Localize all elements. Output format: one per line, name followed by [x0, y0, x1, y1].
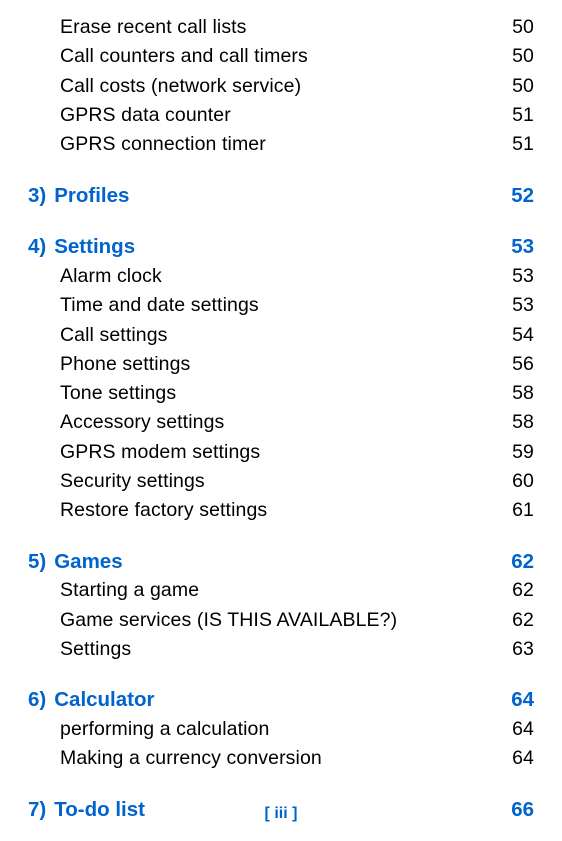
toc-chapter-page: 52: [511, 182, 534, 210]
toc-sub-page: 50: [512, 14, 534, 40]
toc-sub-entry[interactable]: Accessory settings 58: [60, 409, 534, 435]
toc-chapter-number: 4): [28, 233, 46, 261]
toc-sub-group: Starting a game62Game services (IS THIS …: [28, 577, 534, 662]
toc-sub-page: 63: [512, 636, 534, 662]
toc-sub-group: performing a calculation64Making a curre…: [28, 716, 534, 772]
toc-chapter-title: Calculator: [54, 686, 154, 714]
toc-sub-page: 53: [512, 292, 534, 318]
toc-chapter-title-wrap: Games 62: [54, 548, 534, 576]
toc-chapter-title: Profiles: [54, 182, 129, 210]
toc-sub-page: 50: [512, 73, 534, 99]
toc-sub-label: Call settings: [60, 322, 168, 348]
toc-container: Erase recent call lists50Call counters a…: [28, 14, 534, 823]
toc-sub-entry[interactable]: GPRS modem settings 59: [60, 439, 534, 465]
toc-sub-page: 51: [512, 131, 534, 157]
toc-sub-entry[interactable]: GPRS connection timer 51: [60, 131, 534, 157]
toc-chapter-number: 5): [28, 548, 46, 576]
toc-sub-entry[interactable]: GPRS data counter 51: [60, 102, 534, 128]
toc-sub-page: 58: [512, 409, 534, 435]
toc-chapter-page: 62: [511, 548, 534, 576]
toc-chapter-number: 3): [28, 182, 46, 210]
toc-sub-entry[interactable]: Tone settings 58: [60, 380, 534, 406]
toc-sub-entry[interactable]: Time and date settings 53: [60, 292, 534, 318]
toc-sub-label: Call counters and call timers: [60, 43, 308, 69]
toc-sub-page: 54: [512, 322, 534, 348]
toc-sub-label: Starting a game: [60, 577, 199, 603]
toc-chapter-title: Games: [54, 548, 122, 576]
toc-sub-label: Settings: [60, 636, 131, 662]
toc-sub-page: 59: [512, 439, 534, 465]
toc-sub-label: performing a calculation: [60, 716, 269, 742]
toc-sub-entry[interactable]: Security settings 60: [60, 468, 534, 494]
toc-chapter-entry[interactable]: 5) Games 62: [28, 548, 534, 576]
toc-sub-label: GPRS connection timer: [60, 131, 266, 157]
toc-sub-page: 56: [512, 351, 534, 377]
toc-sub-entry[interactable]: Game services (IS THIS AVAILABLE?) 62: [60, 607, 534, 633]
toc-sub-entry[interactable]: Settings 63: [60, 636, 534, 662]
toc-sub-page: 58: [512, 380, 534, 406]
toc-chapter-title-wrap: Settings 53: [54, 233, 534, 261]
toc-sub-page: 61: [512, 497, 534, 523]
toc-chapter-page: 53: [511, 233, 534, 261]
toc-sub-label: Security settings: [60, 468, 205, 494]
toc-sub-label: Phone settings: [60, 351, 190, 377]
toc-sub-page: 50: [512, 43, 534, 69]
toc-sub-entry[interactable]: Phone settings 56: [60, 351, 534, 377]
toc-chapter-title-wrap: Profiles 52: [54, 182, 534, 210]
toc-chapter-title-wrap: Calculator 64: [54, 686, 534, 714]
toc-sub-entry[interactable]: Call counters and call timers 50: [60, 43, 534, 69]
toc-sub-page: 64: [512, 716, 534, 742]
toc-sub-entry[interactable]: Call costs (network service) 50: [60, 73, 534, 99]
toc-sub-label: Call costs (network service): [60, 73, 301, 99]
toc-sub-entry[interactable]: Making a currency conversion 64: [60, 745, 534, 771]
toc-sub-entry[interactable]: performing a calculation 64: [60, 716, 534, 742]
toc-sub-entry[interactable]: Alarm clock 53: [60, 263, 534, 289]
toc-sub-label: Accessory settings: [60, 409, 224, 435]
toc-sub-label: Game services (IS THIS AVAILABLE?): [60, 607, 397, 633]
toc-sub-label: Erase recent call lists: [60, 14, 247, 40]
toc-chapter-title: Settings: [54, 233, 135, 261]
toc-sub-entry[interactable]: Call settings 54: [60, 322, 534, 348]
toc-chapter-entry[interactable]: 4) Settings 53: [28, 233, 534, 261]
toc-sub-page: 62: [512, 607, 534, 633]
toc-chapter-entry[interactable]: 6) Calculator 64: [28, 686, 534, 714]
toc-chapter-page: 64: [511, 686, 534, 714]
toc-sub-entry[interactable]: Starting a game 62: [60, 577, 534, 603]
toc-sub-entry[interactable]: Restore factory settings 61: [60, 497, 534, 523]
toc-sub-label: Making a currency conversion: [60, 745, 322, 771]
page-footer: [ iii ]: [0, 805, 562, 823]
toc-sub-page: 53: [512, 263, 534, 289]
toc-sub-label: Restore factory settings: [60, 497, 267, 523]
toc-sub-label: Time and date settings: [60, 292, 259, 318]
toc-sub-page: 60: [512, 468, 534, 494]
toc-sub-page: 64: [512, 745, 534, 771]
toc-sub-page: 51: [512, 102, 534, 128]
toc-sub-page: 62: [512, 577, 534, 603]
toc-sub-label: Alarm clock: [60, 263, 162, 289]
toc-sub-entry[interactable]: Erase recent call lists 50: [60, 14, 534, 40]
toc-chapter-number: 6): [28, 686, 46, 714]
toc-chapter-entry[interactable]: 3) Profiles 52: [28, 182, 534, 210]
toc-sub-label: GPRS modem settings: [60, 439, 260, 465]
toc-sub-label: GPRS data counter: [60, 102, 231, 128]
toc-sub-label: Tone settings: [60, 380, 176, 406]
toc-sub-group: Alarm clock 53 Time and date settings 53 Cal…: [28, 263, 534, 524]
